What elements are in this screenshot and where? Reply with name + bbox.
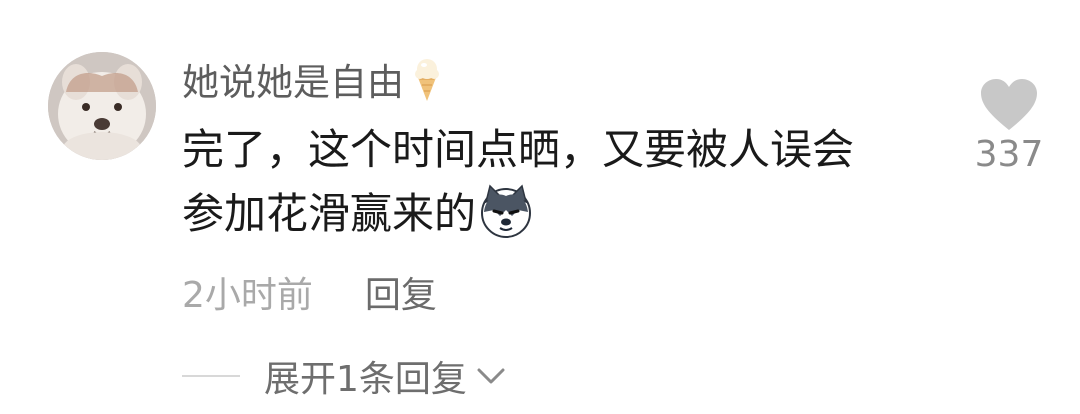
username-text[interactable]: 她说她是自由 — [182, 52, 404, 106]
like-count: 337 — [974, 134, 1044, 175]
avatar[interactable] — [48, 52, 156, 160]
expand-replies-button[interactable]: 展开1条回复 — [182, 350, 507, 402]
comment-line-1: 完了，这个时间点晒，又要被人误会 — [182, 125, 855, 174]
comment-line-2-text: 参加花滑赢来的 — [182, 189, 477, 238]
reply-button[interactable]: 回复 — [365, 266, 437, 318]
husky-dog-emoji-icon — [478, 184, 534, 238]
chevron-down-icon[interactable] — [475, 365, 507, 387]
divider-line — [182, 375, 240, 377]
like-button[interactable]: 337 — [974, 78, 1044, 175]
heart-icon[interactable] — [979, 78, 1039, 132]
comment-line-2: 参加花滑赢来的 — [182, 182, 922, 246]
username[interactable]: 她说她是自由 — [182, 54, 444, 104]
timestamp: 2小时前 — [182, 275, 313, 316]
expand-replies-label[interactable]: 展开1条回复 — [264, 350, 467, 402]
comment-text: 完了，这个时间点晒，又要被人误会 参加花滑赢来的 — [182, 118, 922, 246]
ice-cream-icon — [410, 55, 444, 103]
comment-meta: 2小时前 回复 — [182, 266, 437, 318]
